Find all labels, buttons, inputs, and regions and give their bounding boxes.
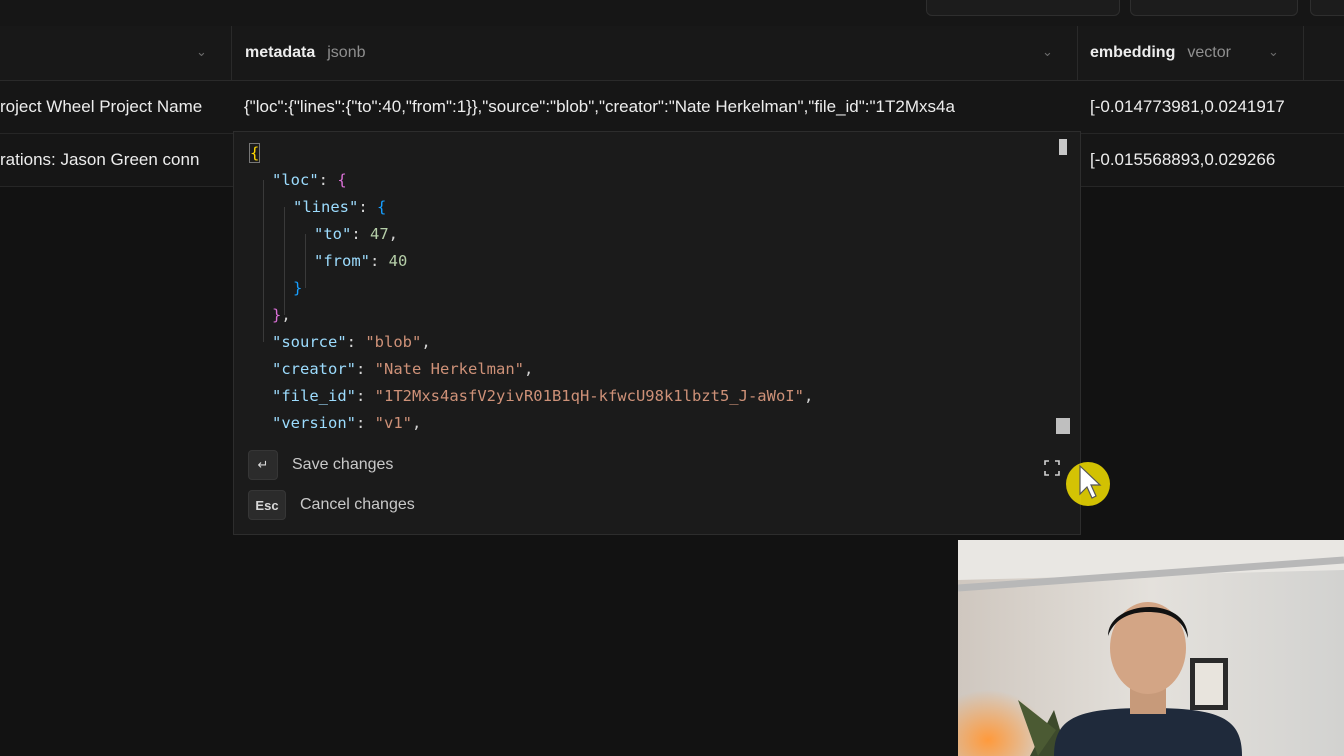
- json-line: "version": "v1",: [272, 414, 422, 432]
- chevron-down-icon[interactable]: ⌄: [196, 44, 207, 60]
- json-line: {: [248, 143, 261, 163]
- column-name: metadata: [245, 44, 316, 61]
- mouse-cursor-icon: [1064, 458, 1112, 510]
- table-header: ⌄ metadata jsonb ⌄ embedding vector ⌄: [0, 26, 1344, 81]
- json-line: "loc": {: [272, 171, 347, 189]
- cell-embedding[interactable]: [-0.014773981,0.0241917: [1090, 81, 1304, 133]
- toolbar-overflow-button[interactable]: [1310, 0, 1344, 16]
- add-rls-policy-button[interactable]: [926, 0, 1120, 16]
- json-code-area[interactable]: { "loc": { "lines": { "to": 47, "from": …: [246, 140, 1046, 436]
- top-toolbar: [0, 0, 1344, 26]
- indent-guide: [284, 207, 285, 315]
- webcam-video-overlay: [958, 540, 1344, 756]
- column-header-content[interactable]: ⌄: [0, 26, 232, 80]
- chevron-down-icon[interactable]: ⌄: [1268, 44, 1279, 60]
- json-line: "from": 40: [314, 252, 408, 270]
- json-line: "creator": "Nate Herkelman",: [272, 360, 534, 378]
- enter-key-icon: ↵: [248, 450, 278, 480]
- role-postgres-button[interactable]: [1130, 0, 1298, 16]
- cancel-changes-button[interactable]: Esc Cancel changes: [248, 490, 415, 520]
- column-header-metadata[interactable]: metadata jsonb ⌄: [232, 26, 1078, 80]
- indent-guide: [263, 180, 264, 342]
- json-line: },: [272, 306, 291, 324]
- scrollbar-corner[interactable]: [1056, 418, 1070, 434]
- json-line: "file_id": "1T2Mxs4asfV2yivR01B1qH-kfwcU…: [272, 387, 814, 405]
- save-changes-button[interactable]: ↵ Save changes: [248, 450, 393, 480]
- cancel-changes-label: Cancel changes: [300, 496, 415, 513]
- indent-guide: [305, 234, 306, 288]
- cell-metadata[interactable]: {"loc":{"lines":{"to":40,"from":1}},"sou…: [244, 81, 1078, 133]
- column-type: jsonb: [327, 44, 366, 61]
- cell-embedding[interactable]: [-0.015568893,0.029266: [1090, 134, 1304, 186]
- cell-content[interactable]: roject Wheel Project Name: [0, 81, 232, 133]
- save-changes-label: Save changes: [292, 456, 394, 473]
- json-line: "source": "blob",: [272, 333, 431, 351]
- json-line: "lines": {: [293, 198, 387, 216]
- escape-key-badge: Esc: [248, 490, 286, 520]
- json-line: "to": 47,: [314, 225, 399, 243]
- chevron-down-icon[interactable]: ⌄: [1042, 44, 1053, 60]
- column-header-embedding[interactable]: embedding vector ⌄: [1078, 26, 1304, 80]
- table-row[interactable]: roject Wheel Project Name {"loc":{"lines…: [0, 81, 1344, 134]
- expand-icon[interactable]: [1038, 454, 1066, 482]
- cell-content[interactable]: rations: Jason Green conn: [0, 134, 232, 186]
- column-type: vector: [1187, 44, 1231, 61]
- column-name: embedding: [1090, 44, 1176, 61]
- editor-scrollbar[interactable]: [1056, 136, 1070, 434]
- scrollbar-thumb[interactable]: [1059, 139, 1067, 155]
- json-cell-editor[interactable]: { "loc": { "lines": { "to": 47, "from": …: [233, 131, 1081, 535]
- json-line: }: [293, 279, 303, 297]
